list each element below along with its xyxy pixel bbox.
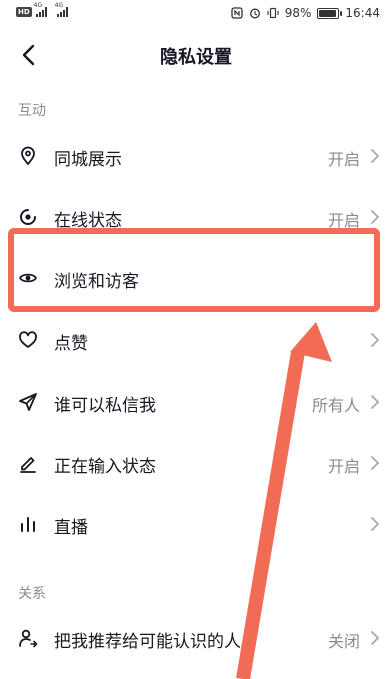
status-right: 98% 16:44 xyxy=(231,6,380,20)
row-value: 开启 xyxy=(327,150,360,169)
person-share-icon xyxy=(18,628,38,648)
row-label: 直播 xyxy=(54,518,88,538)
battery-icon xyxy=(317,7,343,19)
row-recommend-me[interactable]: 把我推荐给可能认识的人 关闭 xyxy=(0,609,392,667)
row-live[interactable]: 直播 xyxy=(0,495,392,553)
chevron-right-icon xyxy=(371,631,380,645)
section-label-interaction: 互动 xyxy=(18,103,46,119)
row-label: 正在输入状态 xyxy=(54,457,156,477)
row-local-display[interactable]: 同城展示 开启 xyxy=(0,127,392,185)
chevron-right-icon xyxy=(371,149,380,163)
chevron-right-icon xyxy=(371,456,380,470)
hd-badge: HD xyxy=(16,7,32,17)
battery-fill xyxy=(319,9,337,17)
status-left: HD 4G 4G xyxy=(16,2,68,17)
chevron-right-icon xyxy=(371,395,380,409)
chevron-right-icon xyxy=(371,333,380,347)
status-time: 16:44 xyxy=(345,6,380,20)
bar-chart-icon xyxy=(18,514,38,534)
chevron-right-icon xyxy=(371,210,380,224)
signal-icon-2: 4G xyxy=(55,2,68,17)
status-bar: HD 4G 4G 98% 16:44 xyxy=(0,0,392,28)
heart-icon xyxy=(18,330,38,350)
row-value: 关闭 xyxy=(327,632,360,651)
section-label-relationships: 关系 xyxy=(18,586,46,602)
pencil-icon xyxy=(18,453,38,473)
row-likes[interactable]: 点赞 xyxy=(0,311,392,369)
alarm-icon xyxy=(249,8,260,19)
row-label: 同城展示 xyxy=(54,150,122,170)
location-pin-icon xyxy=(18,146,38,166)
highlight-box xyxy=(8,228,380,312)
nfc-icon xyxy=(231,7,243,19)
vibrate-icon xyxy=(267,7,279,19)
row-typing-status[interactable]: 正在输入状态 开启 xyxy=(0,434,392,492)
row-label: 谁可以私信我 xyxy=(54,396,156,416)
row-who-can-message[interactable]: 谁可以私信我 所有人 xyxy=(0,373,392,431)
battery-text: 98% xyxy=(284,6,312,20)
signal-icon: 4G xyxy=(34,2,47,17)
nav-bar: 隐私设置 xyxy=(0,28,392,84)
paper-plane-icon xyxy=(18,392,38,412)
row-label: 把我推荐给可能认识的人 xyxy=(54,632,241,652)
page-title: 隐私设置 xyxy=(160,47,232,68)
online-status-icon xyxy=(18,207,38,227)
row-label: 点赞 xyxy=(54,334,88,354)
chevron-right-icon xyxy=(371,517,380,531)
row-value: 开启 xyxy=(327,457,360,476)
row-value: 所有人 xyxy=(311,396,360,415)
